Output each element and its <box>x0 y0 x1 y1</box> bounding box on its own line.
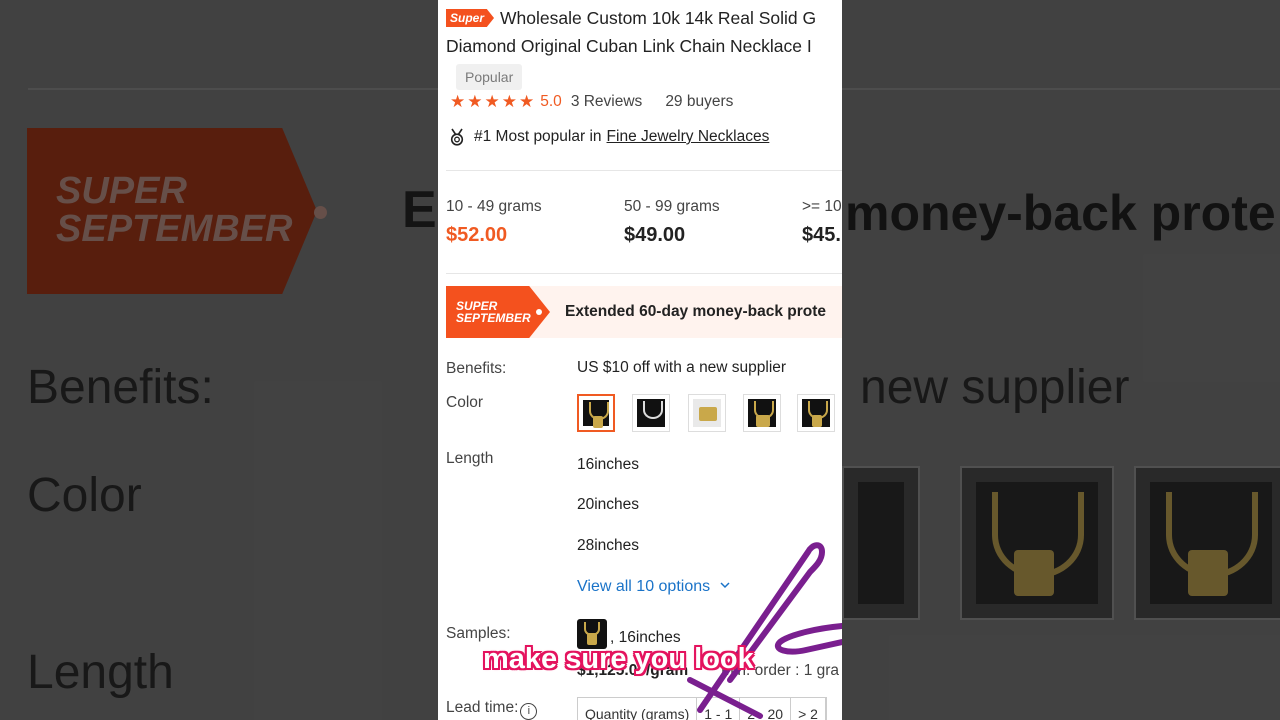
benefits-value: US $10 off with a new supplier <box>577 359 787 376</box>
color-swatch-1[interactable] <box>577 394 615 432</box>
length-option-16[interactable]: 16inches <box>577 456 639 474</box>
color-swatch-5[interactable] <box>797 394 835 432</box>
rating-value: 5.0 <box>540 93 562 110</box>
promo-text: Extended 60-day money-back prote <box>565 303 826 320</box>
price-tier-2: 50 - 99 grams $49.00 <box>624 198 720 246</box>
rating-row[interactable]: ★ ★ ★ ★ ★ 5.0 3 Reviews 29 buyers <box>450 92 733 112</box>
popularity-rank: #1 Most popular in Fine Jewelry Necklace… <box>448 128 769 146</box>
medal-icon <box>450 128 464 146</box>
popular-tag: Popular <box>456 64 523 90</box>
color-swatch-4[interactable] <box>743 394 781 432</box>
video-caption: make sure you look <box>483 643 754 675</box>
super-september-banner[interactable]: SUPER SEPTEMBER Extended 60-day money-ba… <box>446 286 842 338</box>
divider <box>446 170 842 171</box>
color-label: Color <box>446 394 484 411</box>
star-icon: ★ <box>519 92 535 111</box>
color-swatch-2[interactable] <box>632 394 670 432</box>
star-icon: ★ <box>467 92 483 111</box>
star-icon: ★ <box>501 92 517 111</box>
product-title-line-2[interactable]: Diamond Original Cuban Link Chain Neckla… <box>446 36 812 57</box>
length-option-28[interactable]: 28inches <box>577 537 639 555</box>
star-icon: ★ <box>450 92 466 111</box>
product-title-line-1[interactable]: Super Wholesale Custom 10k 14k Real Solid… <box>446 8 816 29</box>
length-label: Length <box>446 450 494 467</box>
samples-label: Samples: <box>446 625 511 642</box>
lead-time-label: Lead time: i <box>446 699 538 720</box>
divider <box>446 273 842 274</box>
hand-drawn-arrow <box>687 542 842 719</box>
price-tier-3: >= 10 $45. <box>802 198 842 246</box>
star-icon: ★ <box>484 92 500 111</box>
buyers-count: 29 buyers <box>665 93 734 110</box>
reviews-link[interactable]: 3 Reviews <box>571 93 643 111</box>
price-tier-1: 10 - 49 grams $52.00 <box>446 198 542 246</box>
super-badge: Super <box>446 9 495 27</box>
length-option-20[interactable]: 20inches <box>577 496 639 514</box>
category-link[interactable]: Fine Jewelry Necklaces <box>607 128 770 146</box>
info-icon[interactable]: i <box>520 703 538 720</box>
benefits-label: Benefits: <box>446 360 507 377</box>
color-swatch-3[interactable] <box>688 394 726 432</box>
